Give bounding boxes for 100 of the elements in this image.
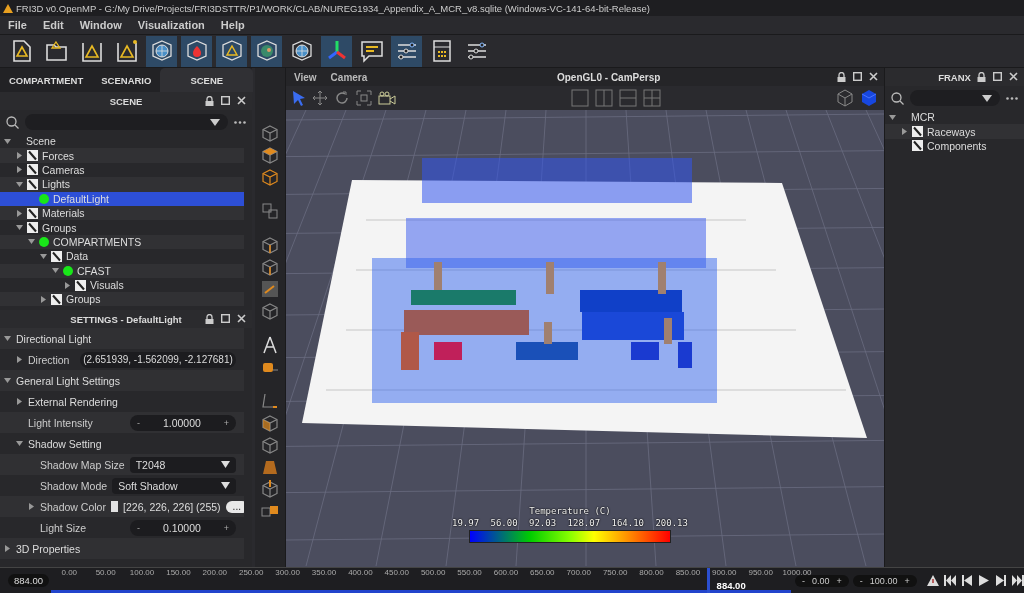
pointer-icon[interactable] (292, 90, 306, 106)
menu-item[interactable]: Visualization (129, 19, 213, 31)
menu-item[interactable]: View (286, 71, 323, 83)
quad-view-icon[interactable] (643, 89, 661, 107)
more-icon[interactable] (234, 120, 246, 124)
skip-end-icon[interactable] (1011, 575, 1024, 586)
tree-item[interactable]: Components (885, 138, 1024, 154)
dropdown-arrow-icon[interactable] (210, 118, 220, 126)
close-icon[interactable] (1009, 72, 1018, 81)
end-time-spinner[interactable]: - 100.00 + (852, 574, 917, 587)
tree-item[interactable]: COMPARTMENTS (0, 234, 244, 250)
lock-icon[interactable] (977, 72, 986, 82)
expanded-arrow-icon[interactable] (889, 113, 896, 121)
dropdown-arrow-icon[interactable] (221, 461, 230, 468)
cube-icon[interactable] (261, 414, 279, 432)
expanded-arrow-icon[interactable] (4, 137, 11, 145)
dropdown[interactable]: Soft Shadow (112, 477, 236, 494)
step-back-icon[interactable] (960, 575, 973, 586)
dropdown-arrow-icon[interactable] (221, 482, 230, 489)
collapsed-arrow-icon[interactable] (28, 503, 35, 510)
wireframe-cube-icon[interactable] (836, 89, 854, 107)
more-icon[interactable] (1006, 96, 1018, 100)
tree-item[interactable]: Scene (0, 134, 244, 149)
panel-tab[interactable]: SCENARIO (92, 68, 161, 92)
cube-icon[interactable] (261, 168, 279, 186)
step-forward-icon[interactable] (994, 575, 1007, 586)
maximize-icon[interactable] (221, 96, 230, 105)
collapsed-arrow-icon[interactable] (16, 166, 23, 174)
close-icon[interactable] (237, 314, 246, 323)
fit-view-icon[interactable] (356, 90, 372, 106)
expanded-arrow-icon[interactable] (16, 180, 23, 188)
grid-icon[interactable] (261, 280, 279, 298)
tree-item[interactable]: Data (0, 249, 244, 264)
cube-icon[interactable] (261, 124, 279, 142)
tree-item[interactable]: Cameras (0, 162, 244, 178)
time-marker[interactable] (706, 568, 710, 593)
solid-cube-icon[interactable] (860, 89, 878, 107)
toolbar-button[interactable] (181, 35, 212, 67)
expanded-arrow-icon[interactable] (16, 440, 23, 447)
menu-item[interactable]: Camera (322, 71, 374, 83)
search-icon[interactable] (891, 91, 904, 105)
tree-item[interactable]: Visuals (0, 277, 244, 293)
search-field[interactable] (25, 114, 228, 130)
panel-tab[interactable]: SCENE (160, 68, 254, 92)
lock-icon[interactable] (205, 314, 214, 324)
expanded-arrow-icon[interactable] (40, 252, 47, 260)
expanded-arrow-icon[interactable] (4, 377, 11, 384)
expanded-arrow-icon[interactable] (52, 267, 59, 275)
warning-icon[interactable] (926, 575, 939, 586)
collapsed-arrow-icon[interactable] (16, 152, 23, 160)
menu-item[interactable]: Edit (34, 19, 72, 31)
current-time-field[interactable]: 884.00 (8, 574, 50, 587)
split-vertical-icon[interactable] (595, 89, 613, 107)
cube-icon[interactable] (261, 436, 279, 454)
trapezoid-icon[interactable] (261, 458, 279, 476)
tree-item[interactable]: Forces (0, 148, 244, 163)
tree-item[interactable]: Groups (0, 220, 244, 235)
close-icon[interactable] (237, 96, 246, 105)
compass-icon[interactable] (261, 336, 279, 354)
collapsed-arrow-icon[interactable] (16, 209, 23, 217)
maximize-icon[interactable] (221, 314, 230, 323)
toolbar-button[interactable] (146, 35, 177, 67)
menu-item[interactable]: Window (71, 19, 130, 31)
panel-tab[interactable]: COMPARTMENT (0, 68, 93, 92)
collapsed-arrow-icon[interactable] (4, 545, 11, 552)
lock-icon[interactable] (837, 72, 846, 82)
toolbar-button[interactable] (321, 35, 352, 67)
close-icon[interactable] (869, 72, 878, 81)
lock-icon[interactable] (205, 96, 214, 106)
collapsed-arrow-icon[interactable] (901, 128, 908, 136)
more-button[interactable]: ... (225, 500, 244, 513)
squares-icon[interactable] (261, 202, 279, 220)
toolbar-button[interactable] (251, 35, 282, 67)
dropdown[interactable]: T2048 (129, 456, 236, 473)
expanded-arrow-icon[interactable] (16, 224, 23, 232)
cube-icon[interactable] (261, 480, 279, 498)
number-spinner[interactable]: - 1.00000 + (130, 414, 236, 431)
expanded-arrow-icon[interactable] (28, 238, 35, 246)
search-icon[interactable] (6, 115, 19, 129)
dropdown-arrow-icon[interactable] (982, 94, 992, 102)
menu-item[interactable]: Help (212, 19, 253, 31)
vector-field[interactable]: (2.651939, -1.562099, -2.127681) (80, 351, 236, 368)
tree-item[interactable]: Lights (0, 177, 244, 192)
play-icon[interactable] (977, 575, 990, 586)
cube-icon[interactable] (261, 146, 279, 164)
timeline-track[interactable] (51, 590, 792, 593)
menu-item[interactable]: File (0, 19, 35, 31)
split-horizontal-icon[interactable] (619, 89, 637, 107)
collapsed-arrow-icon[interactable] (64, 281, 71, 289)
tree-item[interactable]: Groups (0, 292, 244, 306)
collapsed-arrow-icon[interactable] (40, 296, 47, 303)
tree-item[interactable]: CFAST (0, 263, 244, 278)
video-camera-icon[interactable] (378, 91, 396, 105)
color-swatch[interactable] (110, 501, 119, 512)
skip-start-icon[interactable] (943, 575, 956, 586)
maximize-icon[interactable] (993, 72, 1002, 81)
search-field[interactable] (910, 90, 1000, 106)
expanded-arrow-icon[interactable] (4, 335, 11, 342)
cube-icon[interactable] (261, 258, 279, 276)
tree-item[interactable]: Raceways (885, 124, 1024, 139)
